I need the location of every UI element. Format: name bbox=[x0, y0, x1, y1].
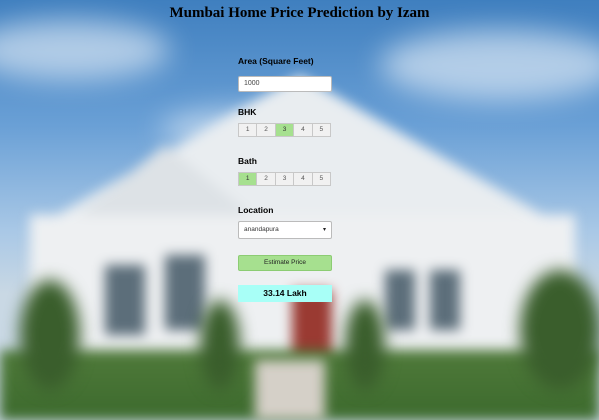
front-path bbox=[255, 360, 325, 420]
area-input[interactable] bbox=[238, 75, 332, 92]
prediction-form: Area (Square Feet) BHK 1 2 3 4 5 Bath 1 … bbox=[238, 56, 332, 302]
estimated-price-result: 33.14 Lakh bbox=[238, 284, 332, 302]
bhk-label: BHK bbox=[238, 106, 257, 117]
bath-option-3[interactable]: 3 bbox=[275, 172, 295, 185]
bath-option-2[interactable]: 2 bbox=[257, 172, 276, 185]
bath-selector: 1 2 3 4 5 bbox=[238, 171, 331, 186]
estimate-price-button[interactable]: Estimate Price bbox=[238, 254, 332, 271]
window bbox=[385, 270, 415, 330]
bath-option-1[interactable]: 1 bbox=[239, 172, 258, 185]
shrub bbox=[345, 300, 385, 390]
location-selected-value: anandapura bbox=[244, 226, 279, 233]
location-label: Location bbox=[238, 204, 274, 215]
bhk-option-2[interactable]: 2 bbox=[257, 123, 276, 136]
window bbox=[105, 265, 145, 335]
bhk-option-5[interactable]: 5 bbox=[312, 123, 331, 136]
bath-label: Bath bbox=[238, 155, 257, 166]
shrub bbox=[20, 280, 80, 390]
location-select[interactable]: anandapura ▾ bbox=[238, 220, 332, 239]
page-title: Mumbai Home Price Prediction by Izam bbox=[169, 5, 430, 21]
bhk-selector: 1 2 3 4 5 bbox=[238, 122, 331, 137]
bhk-option-1[interactable]: 1 bbox=[239, 123, 258, 136]
area-label: Area (Square Feet) bbox=[238, 56, 314, 66]
shrub bbox=[520, 270, 599, 390]
bhk-option-4[interactable]: 4 bbox=[294, 123, 313, 136]
shrub bbox=[200, 300, 240, 390]
chevron-down-icon: ▾ bbox=[322, 227, 326, 233]
bath-option-5[interactable]: 5 bbox=[312, 172, 331, 185]
window bbox=[165, 255, 205, 330]
bath-option-4[interactable]: 4 bbox=[294, 172, 313, 185]
window bbox=[430, 270, 460, 330]
bhk-option-3[interactable]: 3 bbox=[275, 123, 295, 136]
